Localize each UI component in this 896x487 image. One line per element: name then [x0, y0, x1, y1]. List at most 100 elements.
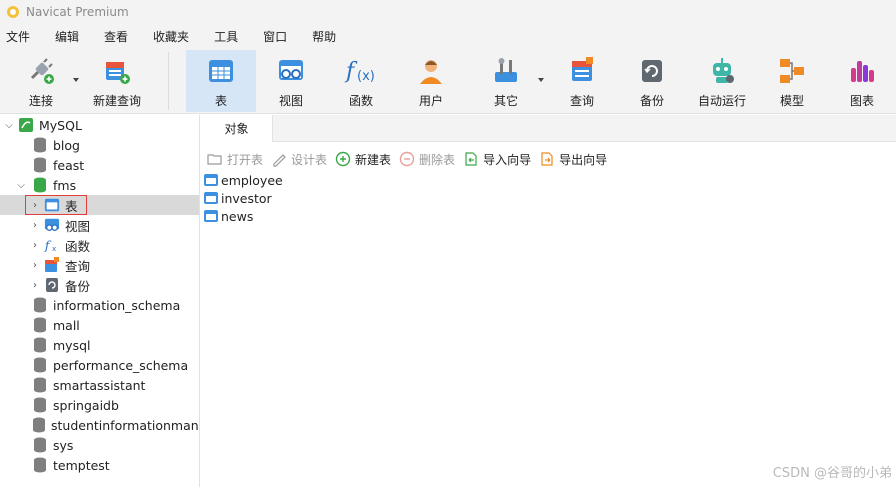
- tab-objects[interactable]: 对象: [201, 115, 273, 142]
- delete-table-button[interactable]: 删除表: [399, 151, 455, 168]
- tree-fms-backups[interactable]: › 备份: [0, 275, 199, 295]
- menu-window[interactable]: 窗口: [257, 28, 293, 45]
- connect-button[interactable]: 连接: [16, 50, 66, 112]
- navigation-tree: ⌵ MySQL blog feast ⌵ fms › 表 › 视图 › fx 函…: [0, 115, 200, 487]
- view-button[interactable]: 视图: [266, 50, 316, 112]
- object-panel: 对象 打开表 设计表 新建表 删除表 导入向导 导出向导 employee in…: [201, 115, 896, 487]
- table-list: employee investor news: [201, 171, 896, 225]
- import-icon: [463, 151, 479, 167]
- chart-label: 图表: [849, 94, 874, 108]
- menu-view[interactable]: 查看: [98, 28, 134, 45]
- tree-label: 备份: [65, 278, 91, 294]
- backup-button[interactable]: 备份: [627, 50, 677, 112]
- database-icon: [32, 377, 48, 393]
- connect-label: 连接: [28, 94, 53, 108]
- list-item[interactable]: news: [201, 207, 896, 225]
- tree-fms-views[interactable]: › 视图: [0, 215, 199, 235]
- database-icon: [32, 417, 46, 433]
- list-item[interactable]: investor: [201, 189, 896, 207]
- tree-label: mall: [53, 317, 80, 333]
- tree-fms-functions[interactable]: › fx 函数: [0, 235, 199, 255]
- new-query-button[interactable]: 新建查询: [88, 50, 146, 112]
- new-table-button[interactable]: 新建表: [335, 151, 391, 168]
- title-bar: Navicat Premium: [0, 0, 896, 24]
- toolbar-separator: [168, 52, 169, 110]
- tree-label: 函数: [65, 238, 91, 254]
- tree-db-sys[interactable]: sys: [0, 435, 199, 455]
- tree-db-mall[interactable]: mall: [0, 315, 199, 335]
- query-label: 查询: [569, 94, 594, 108]
- menu-tools[interactable]: 工具: [208, 28, 244, 45]
- robot-icon: [705, 54, 739, 88]
- menu-file[interactable]: 文件: [0, 28, 36, 45]
- table-icon: [204, 54, 238, 88]
- model-button[interactable]: 模型: [767, 50, 817, 112]
- expand-caret-icon[interactable]: ›: [30, 280, 40, 291]
- watermark: CSDN @谷哥的小弟: [772, 466, 892, 481]
- menu-help[interactable]: 帮助: [306, 28, 342, 45]
- list-item[interactable]: employee: [201, 171, 896, 189]
- mysql-connection-icon: [18, 117, 34, 133]
- tree-db-information-schema[interactable]: information_schema: [0, 295, 199, 315]
- tree-db-springaidb[interactable]: springaidb: [0, 395, 199, 415]
- open-table-button[interactable]: 打开表: [207, 151, 263, 168]
- tree-label: 视图: [65, 218, 91, 234]
- svg-text:x: x: [52, 244, 56, 253]
- tree-label: sys: [53, 437, 74, 453]
- import-wizard-label: 导入向导: [483, 152, 532, 167]
- expand-caret-icon[interactable]: ›: [30, 260, 40, 271]
- menu-favorites[interactable]: 收藏夹: [147, 28, 195, 45]
- expand-caret-icon[interactable]: ›: [30, 240, 40, 251]
- other-label: 其它: [493, 94, 518, 108]
- automation-button[interactable]: 自动运行: [694, 50, 750, 112]
- function-icon: fx: [44, 237, 60, 253]
- folder-open-icon: [207, 151, 223, 167]
- model-label: 模型: [779, 94, 804, 108]
- tree-db-blog[interactable]: blog: [0, 135, 199, 155]
- expand-caret-icon[interactable]: ›: [30, 220, 40, 231]
- user-label: 用户: [418, 94, 443, 108]
- collapse-caret-icon[interactable]: ⌵: [4, 120, 14, 131]
- tree-db-mysql[interactable]: mysql: [0, 335, 199, 355]
- tree-db-fms[interactable]: ⌵ fms: [0, 175, 199, 195]
- menu-bar: 文件 编辑 查看 收藏夹 工具 窗口 帮助: [0, 24, 896, 48]
- collapse-caret-icon[interactable]: ⌵: [16, 180, 26, 191]
- tree-db-temptest[interactable]: temptest: [0, 455, 199, 475]
- tree-label: fms: [53, 177, 77, 193]
- tree-connection-mysql[interactable]: ⌵ MySQL: [0, 115, 199, 135]
- other-button[interactable]: 其它: [481, 50, 531, 112]
- table-name: investor: [221, 190, 272, 206]
- tree-db-smartassistant[interactable]: smartassistant: [0, 375, 199, 395]
- table-icon: [203, 172, 219, 188]
- automation-label: 自动运行: [697, 94, 746, 108]
- table-icon: [203, 208, 219, 224]
- function-button[interactable]: f (x) 函数: [336, 50, 386, 112]
- export-wizard-label: 导出向导: [559, 152, 608, 167]
- user-button[interactable]: 用户: [406, 50, 456, 112]
- backup-icon: [635, 54, 669, 88]
- database-icon: [32, 457, 48, 473]
- function-label: 函数: [348, 94, 373, 108]
- main-toolbar: 连接 新建查询 表 视图 f (x) 函数 用户 其它 查询 备份 自动运行 模…: [0, 48, 896, 114]
- design-table-button[interactable]: 设计表: [271, 151, 327, 168]
- menu-edit[interactable]: 编辑: [49, 28, 85, 45]
- other-dropdown-icon[interactable]: [538, 78, 544, 82]
- tree-label: 查询: [65, 258, 91, 274]
- tree-fms-queries[interactable]: › 查询: [0, 255, 199, 275]
- database-icon: [32, 437, 48, 453]
- database-icon: [32, 337, 48, 353]
- tree-db-studentinformationmanag[interactable]: studentinformationmanag: [0, 415, 199, 435]
- chart-button[interactable]: 图表: [837, 50, 887, 112]
- view-icon: [44, 217, 60, 233]
- tree-db-feast[interactable]: feast: [0, 155, 199, 175]
- export-wizard-button[interactable]: 导出向导: [539, 151, 607, 168]
- import-wizard-button[interactable]: 导入向导: [463, 151, 531, 168]
- table-button[interactable]: 表: [186, 50, 256, 112]
- tree-db-performance-schema[interactable]: performance_schema: [0, 355, 199, 375]
- function-icon: f (x): [344, 54, 378, 88]
- chart-icon: [845, 54, 879, 88]
- connect-dropdown-icon[interactable]: [73, 78, 79, 82]
- query-button[interactable]: 查询: [557, 50, 607, 112]
- query-icon: [44, 257, 60, 273]
- remove-circle-icon: [399, 151, 415, 167]
